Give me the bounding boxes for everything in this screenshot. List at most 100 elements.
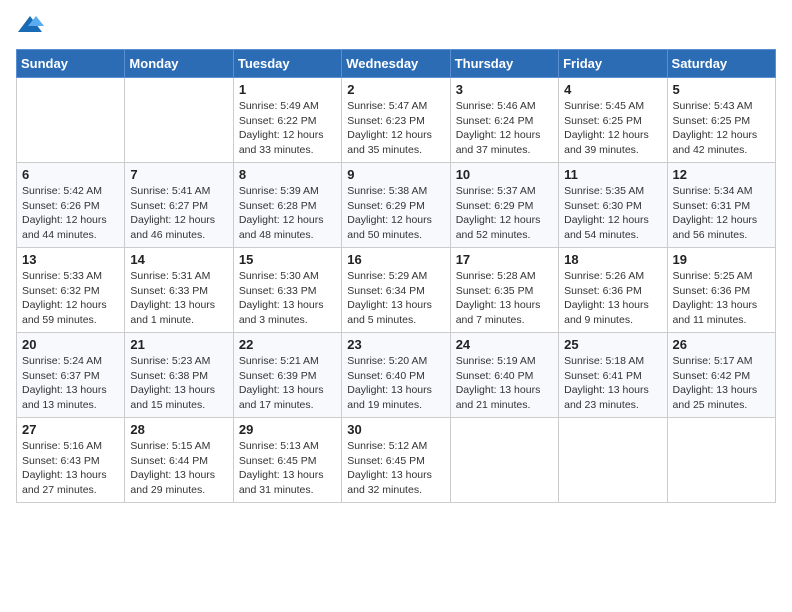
- day-info: Sunrise: 5:47 AM Sunset: 6:23 PM Dayligh…: [347, 99, 444, 158]
- calendar-cell: 19 Sunrise: 5:25 AM Sunset: 6:36 PM Dayli…: [667, 248, 775, 333]
- day-info: Sunrise: 5:45 AM Sunset: 6:25 PM Dayligh…: [564, 99, 661, 158]
- day-header-friday: Friday: [559, 50, 667, 78]
- day-number: 26: [673, 337, 770, 352]
- calendar-cell: [125, 78, 233, 163]
- day-number: 21: [130, 337, 227, 352]
- day-number: 23: [347, 337, 444, 352]
- calendar-cell: 11Sunrise: 5:35 AM Sunset: 6:30 PM Dayli…: [559, 163, 667, 248]
- calendar-week-row: 27 Sunrise: 5:16 AM Sunset: 6:43 PM Dayli…: [17, 418, 776, 503]
- day-number: 17: [456, 252, 553, 267]
- calendar-cell: 14 Sunrise: 5:31 AM Sunset: 6:33 PM Dayli…: [125, 248, 233, 333]
- calendar-cell: [450, 418, 558, 503]
- calendar-cell: [667, 418, 775, 503]
- day-number: 14: [130, 252, 227, 267]
- calendar-cell: [17, 78, 125, 163]
- day-info: Sunrise: 5:26 AM Sunset: 6:36 PM Dayligh…: [564, 269, 661, 328]
- day-number: 24: [456, 337, 553, 352]
- calendar-cell: 1 Sunrise: 5:49 AM Sunset: 6:22 PM Daylig…: [233, 78, 341, 163]
- day-info: Sunrise: 5:41 AM Sunset: 6:27 PM Dayligh…: [130, 184, 227, 243]
- day-info: Sunrise: 5:49 AM Sunset: 6:22 PM Dayligh…: [239, 99, 336, 158]
- day-number: 3: [456, 82, 553, 97]
- day-header-saturday: Saturday: [667, 50, 775, 78]
- calendar-cell: 4 Sunrise: 5:45 AM Sunset: 6:25 PM Daylig…: [559, 78, 667, 163]
- day-number: 20: [22, 337, 119, 352]
- day-info: Sunrise: 5:12 AM Sunset: 6:45 PM Dayligh…: [347, 439, 444, 498]
- day-info: Sunrise: 5:24 AM Sunset: 6:37 PM Dayligh…: [22, 354, 119, 413]
- day-info: Sunrise: 5:13 AM Sunset: 6:45 PM Dayligh…: [239, 439, 336, 498]
- day-info: Sunrise: 5:43 AM Sunset: 6:25 PM Dayligh…: [673, 99, 770, 158]
- day-number: 18: [564, 252, 661, 267]
- day-header-wednesday: Wednesday: [342, 50, 450, 78]
- day-info: Sunrise: 5:31 AM Sunset: 6:33 PM Dayligh…: [130, 269, 227, 328]
- day-info: Sunrise: 5:37 AM Sunset: 6:29 PM Dayligh…: [456, 184, 553, 243]
- calendar-cell: 28Sunrise: 5:15 AM Sunset: 6:44 PM Dayli…: [125, 418, 233, 503]
- day-number: 7: [130, 167, 227, 182]
- day-info: Sunrise: 5:34 AM Sunset: 6:31 PM Dayligh…: [673, 184, 770, 243]
- day-info: Sunrise: 5:25 AM Sunset: 6:36 PM Dayligh…: [673, 269, 770, 328]
- day-info: Sunrise: 5:20 AM Sunset: 6:40 PM Dayligh…: [347, 354, 444, 413]
- calendar-cell: 5 Sunrise: 5:43 AM Sunset: 6:25 PM Daylig…: [667, 78, 775, 163]
- day-number: 27: [22, 422, 119, 437]
- day-number: 15: [239, 252, 336, 267]
- day-info: Sunrise: 5:18 AM Sunset: 6:41 PM Dayligh…: [564, 354, 661, 413]
- day-info: Sunrise: 5:16 AM Sunset: 6:43 PM Dayligh…: [22, 439, 119, 498]
- day-number: 25: [564, 337, 661, 352]
- day-header-thursday: Thursday: [450, 50, 558, 78]
- calendar-week-row: 20 Sunrise: 5:24 AM Sunset: 6:37 PM Dayli…: [17, 333, 776, 418]
- day-info: Sunrise: 5:33 AM Sunset: 6:32 PM Dayligh…: [22, 269, 119, 328]
- day-info: Sunrise: 5:38 AM Sunset: 6:29 PM Dayligh…: [347, 184, 444, 243]
- calendar-cell: 16Sunrise: 5:29 AM Sunset: 6:34 PM Dayli…: [342, 248, 450, 333]
- day-number: 1: [239, 82, 336, 97]
- day-info: Sunrise: 5:28 AM Sunset: 6:35 PM Dayligh…: [456, 269, 553, 328]
- day-info: Sunrise: 5:39 AM Sunset: 6:28 PM Dayligh…: [239, 184, 336, 243]
- day-info: Sunrise: 5:30 AM Sunset: 6:33 PM Dayligh…: [239, 269, 336, 328]
- day-number: 9: [347, 167, 444, 182]
- day-info: Sunrise: 5:21 AM Sunset: 6:39 PM Dayligh…: [239, 354, 336, 413]
- calendar-cell: 17 Sunrise: 5:28 AM Sunset: 6:35 PM Dayli…: [450, 248, 558, 333]
- calendar-cell: 6 Sunrise: 5:42 AM Sunset: 6:26 PM Daylig…: [17, 163, 125, 248]
- day-number: 5: [673, 82, 770, 97]
- day-number: 10: [456, 167, 553, 182]
- day-info: Sunrise: 5:46 AM Sunset: 6:24 PM Dayligh…: [456, 99, 553, 158]
- day-info: Sunrise: 5:17 AM Sunset: 6:42 PM Dayligh…: [673, 354, 770, 413]
- calendar-cell: [559, 418, 667, 503]
- calendar-cell: 25 Sunrise: 5:18 AM Sunset: 6:41 PM Dayli…: [559, 333, 667, 418]
- logo: [16, 16, 44, 39]
- page-header: [16, 16, 776, 39]
- day-number: 12: [673, 167, 770, 182]
- calendar-cell: 21 Sunrise: 5:23 AM Sunset: 6:38 PM Dayli…: [125, 333, 233, 418]
- day-info: Sunrise: 5:15 AM Sunset: 6:44 PM Dayligh…: [130, 439, 227, 498]
- calendar-cell: 8 Sunrise: 5:39 AM Sunset: 6:28 PM Daylig…: [233, 163, 341, 248]
- calendar-cell: 20 Sunrise: 5:24 AM Sunset: 6:37 PM Dayli…: [17, 333, 125, 418]
- calendar-week-row: 6 Sunrise: 5:42 AM Sunset: 6:26 PM Daylig…: [17, 163, 776, 248]
- calendar-table: SundayMondayTuesdayWednesdayThursdayFrid…: [16, 49, 776, 503]
- day-info: Sunrise: 5:42 AM Sunset: 6:26 PM Dayligh…: [22, 184, 119, 243]
- calendar-cell: 7 Sunrise: 5:41 AM Sunset: 6:27 PM Daylig…: [125, 163, 233, 248]
- day-number: 6: [22, 167, 119, 182]
- calendar-cell: 9 Sunrise: 5:38 AM Sunset: 6:29 PM Daylig…: [342, 163, 450, 248]
- calendar-cell: 15 Sunrise: 5:30 AM Sunset: 6:33 PM Dayli…: [233, 248, 341, 333]
- day-info: Sunrise: 5:35 AM Sunset: 6:30 PM Dayligh…: [564, 184, 661, 243]
- calendar-cell: 22Sunrise: 5:21 AM Sunset: 6:39 PM Dayli…: [233, 333, 341, 418]
- day-number: 2: [347, 82, 444, 97]
- calendar-cell: 29 Sunrise: 5:13 AM Sunset: 6:45 PM Dayli…: [233, 418, 341, 503]
- day-number: 8: [239, 167, 336, 182]
- calendar-cell: 24 Sunrise: 5:19 AM Sunset: 6:40 PM Dayli…: [450, 333, 558, 418]
- day-number: 16: [347, 252, 444, 267]
- calendar-week-row: 13Sunrise: 5:33 AM Sunset: 6:32 PM Dayli…: [17, 248, 776, 333]
- calendar-cell: 18 Sunrise: 5:26 AM Sunset: 6:36 PM Dayli…: [559, 248, 667, 333]
- calendar-cell: 2 Sunrise: 5:47 AM Sunset: 6:23 PM Daylig…: [342, 78, 450, 163]
- calendar-cell: 3 Sunrise: 5:46 AM Sunset: 6:24 PM Daylig…: [450, 78, 558, 163]
- calendar-week-row: 1 Sunrise: 5:49 AM Sunset: 6:22 PM Daylig…: [17, 78, 776, 163]
- day-number: 29: [239, 422, 336, 437]
- day-info: Sunrise: 5:23 AM Sunset: 6:38 PM Dayligh…: [130, 354, 227, 413]
- calendar-header-row: SundayMondayTuesdayWednesdayThursdayFrid…: [17, 50, 776, 78]
- day-number: 19: [673, 252, 770, 267]
- logo-icon: [16, 14, 44, 34]
- calendar-cell: 13Sunrise: 5:33 AM Sunset: 6:32 PM Dayli…: [17, 248, 125, 333]
- calendar-cell: 12 Sunrise: 5:34 AM Sunset: 6:31 PM Dayli…: [667, 163, 775, 248]
- day-info: Sunrise: 5:19 AM Sunset: 6:40 PM Dayligh…: [456, 354, 553, 413]
- day-header-sunday: Sunday: [17, 50, 125, 78]
- calendar-cell: 27 Sunrise: 5:16 AM Sunset: 6:43 PM Dayli…: [17, 418, 125, 503]
- day-number: 4: [564, 82, 661, 97]
